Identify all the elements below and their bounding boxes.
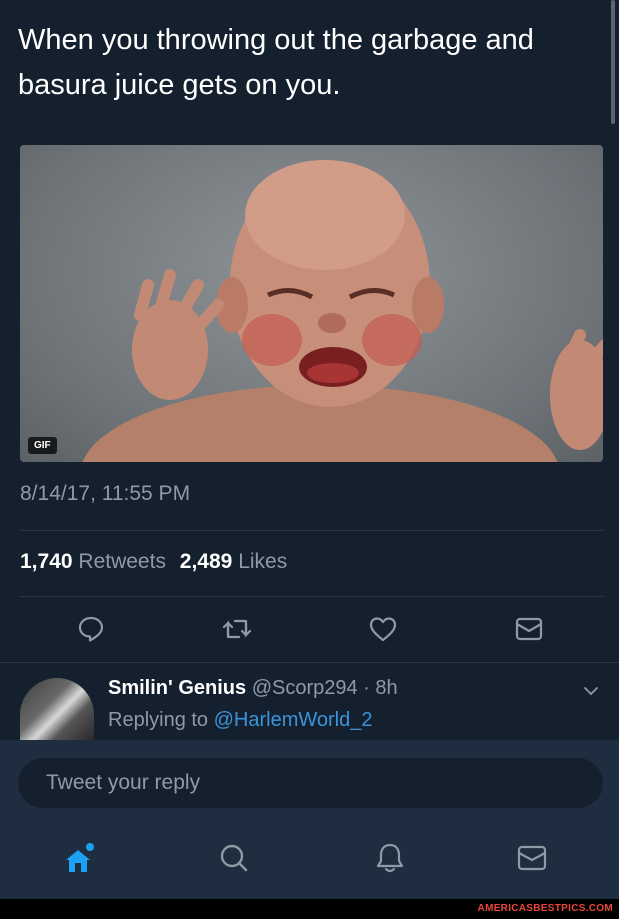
retweets-count[interactable]: 1,740 [20, 550, 73, 573]
heart-icon [369, 617, 397, 642]
replying-prefix: Replying to [108, 709, 209, 731]
notifications-icon [376, 843, 404, 873]
retweets-label[interactable]: Retweets [78, 550, 166, 573]
tweet-stats: 1,740 Retweets 2,489 Likes [20, 550, 295, 574]
scrollbar[interactable] [611, 0, 615, 124]
tweet-actions [0, 612, 619, 648]
watermark: AMERICASBESTPICS.COM [477, 903, 613, 914]
bottom-tab-bar [0, 830, 619, 890]
home-icon [66, 843, 94, 872]
tweet-timestamp: 8/14/17, 11:55 PM [20, 482, 191, 505]
direct-message-icon [515, 617, 543, 641]
search-icon [220, 844, 248, 872]
reply-time: · 8h [363, 677, 398, 699]
reply-author: Smilin' Genius @Scorp294 · 8h [108, 677, 398, 700]
reply-icon [78, 616, 104, 642]
likes-count[interactable]: 2,489 [180, 550, 233, 573]
tab-home[interactable] [58, 838, 98, 878]
avatar[interactable] [20, 678, 94, 740]
tweet-menu-button[interactable] [581, 684, 601, 703]
tab-notifications[interactable] [370, 838, 410, 878]
tab-search[interactable] [214, 838, 254, 878]
tweet-text: When you throwing out the garbage and ba… [18, 24, 534, 101]
divider [0, 662, 619, 663]
tab-messages[interactable] [512, 838, 552, 878]
divider [20, 530, 603, 531]
direct-message-button[interactable] [512, 612, 546, 646]
chevron-down-icon [584, 687, 598, 696]
reply-tweet[interactable]: Smilin' Genius @Scorp294 · 8h Replying t… [0, 672, 619, 740]
replying-to-mention[interactable]: @HarlemWorld_2 [214, 709, 373, 731]
reply-author-name[interactable]: Smilin' Genius [108, 677, 246, 699]
messages-icon [517, 845, 547, 871]
crying-baby-image [82, 160, 603, 462]
retweet-icon [222, 619, 252, 639]
reply-button[interactable] [74, 612, 108, 646]
retweet-button[interactable] [220, 612, 254, 646]
reply-input[interactable] [18, 758, 603, 808]
likes-label[interactable]: Likes [238, 550, 287, 573]
reply-author-handle[interactable]: @Scorp294 [252, 677, 358, 699]
divider [20, 596, 603, 597]
like-button[interactable] [366, 612, 400, 646]
tweet-media-gif[interactable]: GIF [20, 145, 603, 462]
replying-to: Replying to @HarlemWorld_2 [108, 709, 373, 732]
gif-badge: GIF [28, 437, 57, 454]
